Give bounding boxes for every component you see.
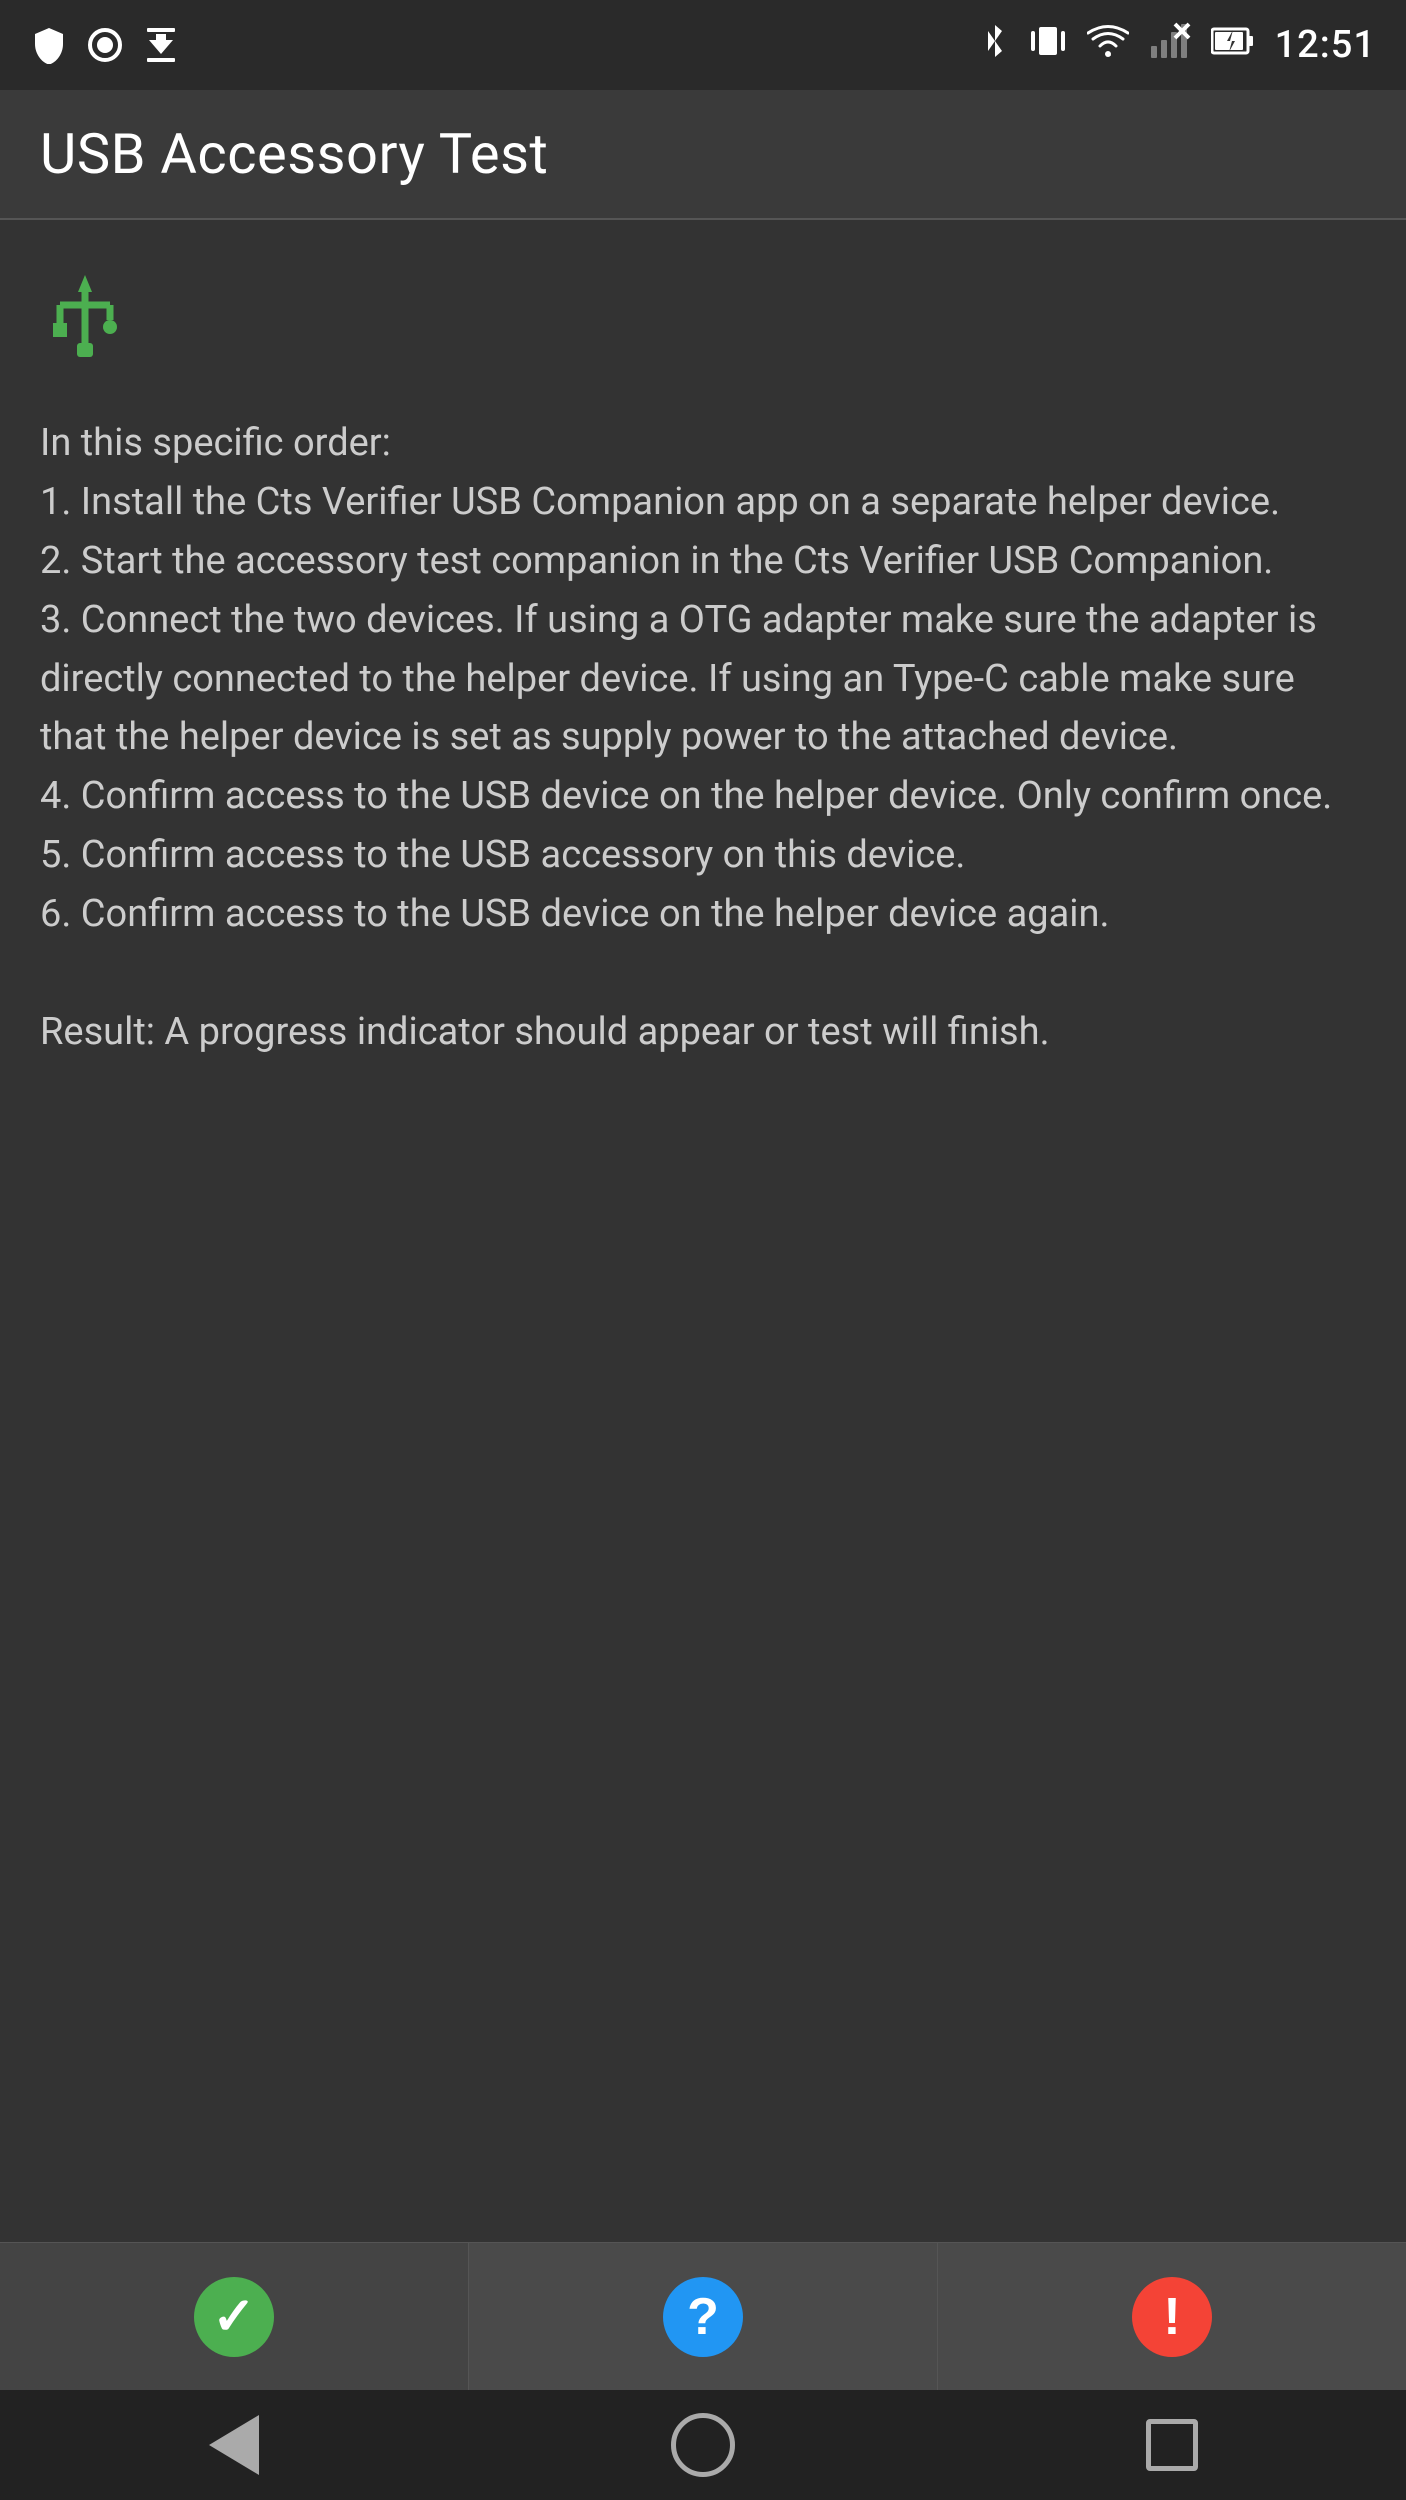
home-icon [671,2413,735,2477]
instructions-text: In this specific order: 1. Install the C… [40,414,1366,2212]
usb-icon-container [40,270,1366,374]
instruction-step5: 5. Confirm access to the USB accessory o… [40,826,1366,885]
usb-icon [40,270,1366,374]
fail-exclamation-icon: ! [1163,2291,1180,2343]
status-bar-left-icons [30,26,180,64]
recents-icon [1146,2419,1198,2471]
record-icon [86,26,124,64]
app-bar: USB Accessory Test [0,90,1406,220]
time-display: 12:51 [1275,23,1376,67]
nav-home-button[interactable] [663,2405,743,2485]
instruction-step2: 2. Start the accessory test companion in… [40,532,1366,591]
nav-bar [0,2390,1406,2500]
no-signal-icon [1149,22,1191,69]
back-icon [209,2415,259,2475]
battery-icon [1211,22,1255,69]
fail-button[interactable]: ! [938,2243,1406,2390]
fail-icon-circle: ! [1132,2277,1212,2357]
pass-checkmark-icon: ✓ [212,2291,256,2343]
instruction-step3: 3. Connect the two devices. If using a O… [40,591,1366,768]
instruction-step1: 1. Install the Cts Verifier USB Companio… [40,473,1366,532]
vibrate-icon [1029,21,1067,70]
info-question-icon: ? [687,2291,719,2343]
instruction-step4: 4. Confirm access to the USB device on t… [40,767,1366,826]
nav-back-button[interactable] [194,2405,274,2485]
wifi-icon [1087,24,1129,67]
shield-icon [30,26,68,64]
instruction-result: Result: A progress indicator should appe… [40,1003,1366,1062]
status-bar-right-icons: 12:51 [981,21,1376,70]
pass-icon-circle: ✓ [194,2277,274,2357]
main-content: In this specific order: 1. Install the C… [0,220,1406,2242]
instruction-intro: In this specific order: [40,414,1366,473]
info-button[interactable]: ? [469,2243,938,2390]
pass-button[interactable]: ✓ [0,2243,469,2390]
status-bar: 12:51 [0,0,1406,90]
nav-recents-button[interactable] [1132,2405,1212,2485]
page-title: USB Accessory Test [40,121,548,187]
bottom-action-buttons: ✓ ? ! [0,2242,1406,2390]
instruction-step6: 6. Confirm access to the USB device on t… [40,885,1366,944]
download-icon [142,26,180,64]
bluetooth-icon [981,21,1009,70]
info-icon-circle: ? [663,2277,743,2357]
